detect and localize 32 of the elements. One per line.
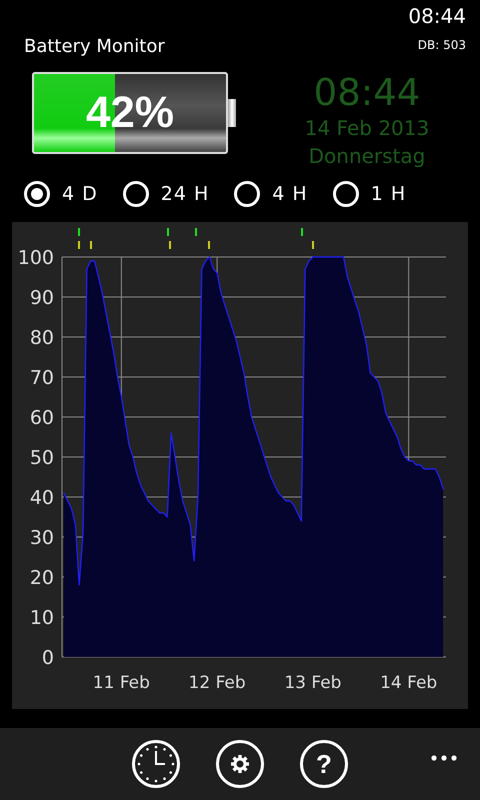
radio-button[interactable]: 4 H [234, 181, 308, 207]
clock-button[interactable] [132, 740, 180, 788]
clock-date: 14 Feb 2013 [304, 115, 430, 142]
radio-button[interactable]: 1 H [332, 181, 406, 207]
more-icon [431, 755, 457, 761]
status-time: 08:44 [408, 4, 466, 28]
y-axis-label: 80 [30, 327, 54, 349]
x-axis-label: 12 Feb [188, 673, 246, 693]
clock-weekday: Donnerstag [308, 143, 426, 170]
y-axis-label: 70 [30, 367, 54, 389]
y-axis-label: 50 [30, 447, 54, 469]
settings-button[interactable] [216, 740, 264, 788]
y-axis-label: 10 [30, 607, 54, 629]
y-axis-label: 0 [42, 647, 54, 669]
y-axis-label: 20 [30, 567, 54, 589]
app-title: Battery Monitor [24, 36, 165, 57]
battery-terminal [228, 99, 236, 127]
radio-button[interactable]: 4 D [24, 181, 98, 207]
y-axis-label: 60 [30, 407, 54, 429]
radio-button[interactable]: 24 H [122, 181, 210, 207]
db-count: DB: 503 [418, 38, 466, 52]
x-axis-label: 13 Feb [284, 673, 342, 693]
y-axis-label: 90 [30, 287, 54, 309]
help-button[interactable]: ? [300, 740, 348, 788]
x-axis-label: 14 Feb [380, 673, 438, 693]
clock-time: 08:44 [314, 72, 420, 114]
settings-icon [230, 754, 250, 774]
x-axis-label: 11 Feb [92, 673, 150, 693]
y-axis-label: 30 [30, 527, 54, 549]
y-axis-label: 40 [30, 487, 54, 509]
y-axis-label: 100 [18, 247, 54, 269]
clock-icon [135, 743, 177, 785]
